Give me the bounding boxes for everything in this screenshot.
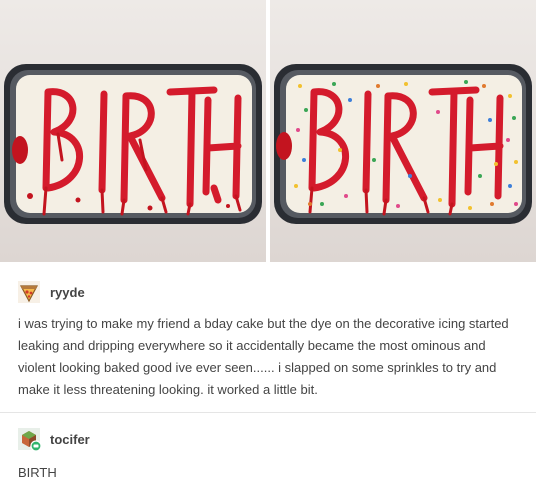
post-header-tocifer: tocifer [18,428,90,452]
post-body: i was trying to make my friend a bday ca… [18,316,509,397]
post-header-ryyde: ryyde [18,281,85,303]
photo-set [0,0,536,262]
cube-avatar-icon[interactable] [18,428,42,452]
post-divider [0,412,536,413]
post-body: BIRTH [18,465,57,480]
username[interactable]: tocifer [50,432,90,447]
cake-photo-sprinkles[interactable] [270,0,536,262]
cake-photo-plain[interactable] [0,0,266,262]
pizza-avatar-icon[interactable] [18,281,40,303]
username[interactable]: ryyde [50,285,85,300]
